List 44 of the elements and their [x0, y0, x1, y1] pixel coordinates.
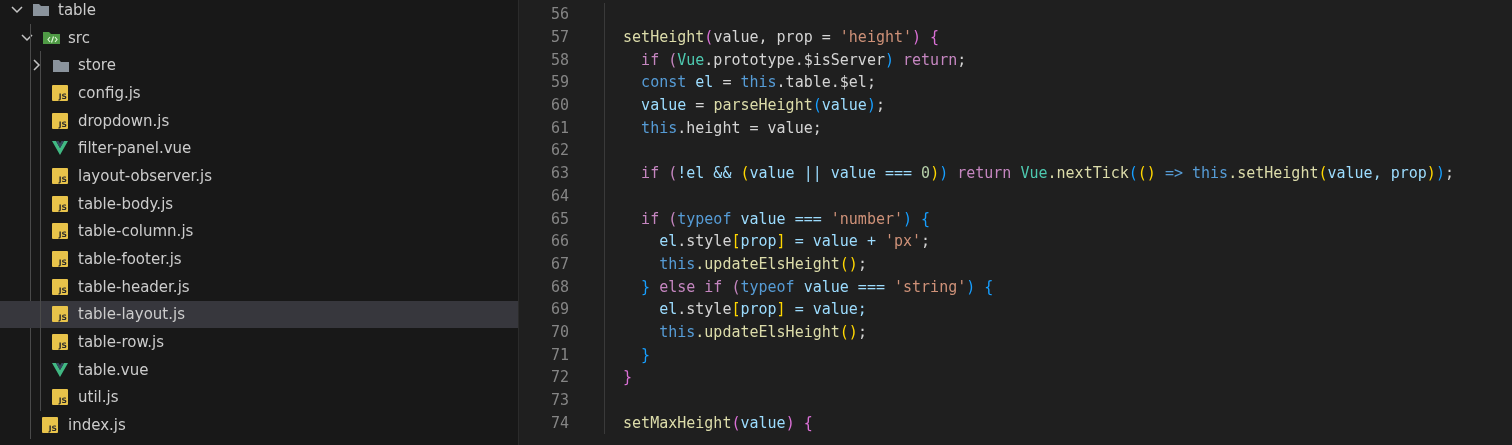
line-number: 71	[549, 345, 570, 364]
line-number: 62	[549, 141, 570, 160]
code-line: }	[622, 368, 633, 387]
line-number: 56	[549, 5, 570, 24]
line-number: 58	[549, 50, 570, 69]
line-number: 72	[549, 368, 570, 387]
file-tree-item[interactable]: store	[0, 51, 518, 80]
folder-icon	[52, 57, 70, 73]
line-number: 66	[549, 232, 570, 251]
line-number: 57	[549, 28, 570, 47]
line-number: 68	[549, 277, 570, 296]
code-line: el.style[prop] = value;	[658, 300, 867, 319]
line-number: 73	[549, 391, 570, 410]
line-number: 59	[549, 73, 570, 92]
code-line: if (!el && (value || value === 0)) return Vue.nextTick(() => this.setHeight(value, prop));	[640, 164, 1454, 183]
vue-file-icon	[52, 362, 68, 377]
code-line: if (Vue.prototype.$isServer) return;	[640, 50, 967, 69]
file-tree-item[interactable]: filter-panel.vue	[0, 134, 518, 163]
folder-icon	[32, 2, 50, 18]
code-line: }	[640, 345, 651, 364]
line-number: 67	[549, 254, 570, 273]
line-number: 63	[549, 164, 570, 183]
line-number: 60	[549, 96, 570, 115]
line-number: 65	[549, 209, 570, 228]
code-line: setHeight(value, prop = 'height') {	[622, 28, 940, 47]
code-line: const el = this.table.$el;	[640, 73, 876, 92]
code-line: setMaxHeight(value) {	[622, 413, 813, 432]
line-number: 70	[549, 322, 570, 341]
code-line: } else if (typeof value === 'string') {	[640, 277, 994, 296]
code-line: this.updateElsHeight();	[658, 322, 867, 341]
code-line: this.updateElsHeight();	[658, 254, 867, 273]
line-number: 64	[549, 186, 570, 205]
folder-code-icon	[42, 29, 62, 46]
code-line: if (typeof value === 'number') {	[640, 209, 931, 228]
line-number: 61	[549, 118, 570, 137]
file-tree-item[interactable]: table.vue	[0, 355, 518, 384]
line-number: 74	[549, 413, 570, 432]
code-line: this.height = value;	[640, 118, 822, 137]
code-line: value = parseHeight(value);	[640, 96, 885, 115]
file-tree-item[interactable]: src	[0, 23, 518, 52]
vue-file-icon	[52, 141, 68, 156]
file-tree-item[interactable]: table	[0, 0, 518, 24]
code-line: el.style[prop] = value + 'px';	[658, 232, 931, 251]
line-number: 69	[549, 300, 570, 319]
